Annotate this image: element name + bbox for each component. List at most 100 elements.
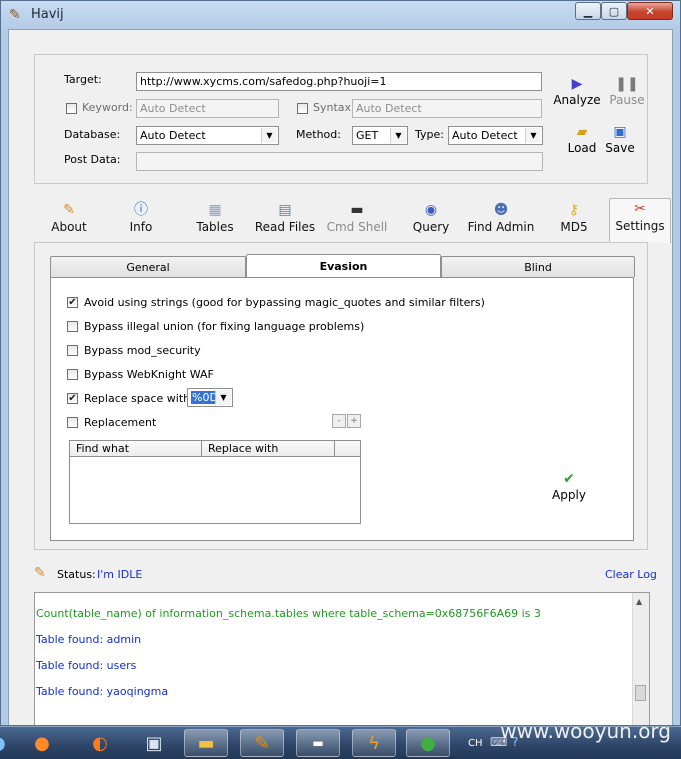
option-bypass-webknight[interactable]: Bypass WebKnight WAF (67, 368, 214, 381)
load-button[interactable]: ▰ Load (562, 123, 602, 155)
chevron-down-icon: ▼ (390, 128, 406, 143)
key-icon: ⚷ (568, 202, 580, 218)
syntax-checkbox[interactable] (297, 103, 308, 114)
tab-query-label: Query (412, 220, 450, 234)
tab-cmd-shell[interactable]: ▬ Cmd Shell (325, 200, 389, 242)
carrot-icon: ✎ (34, 565, 46, 581)
minus-icon: - (337, 416, 341, 426)
scroll-thumb[interactable] (635, 685, 646, 701)
add-row-button[interactable]: + (347, 414, 361, 428)
log-output[interactable]: Count(table_name) of information_schema.… (34, 592, 650, 725)
tab-read-files[interactable]: ▤ Read Files (253, 200, 317, 242)
taskbar-havij[interactable]: ✎ (240, 729, 284, 757)
subtab-evasion[interactable]: Evasion (246, 254, 441, 278)
scroll-up-icon[interactable]: ▲ (636, 597, 642, 606)
tab-cmd-shell-label: Cmd Shell (326, 220, 388, 234)
bypass-union-checkbox[interactable] (67, 321, 78, 332)
keyword-checkbox[interactable] (66, 103, 77, 114)
app-window: ✎ Havij ▁ ▢ ✕ Target: http://www.xycms.c… (0, 0, 681, 726)
log-scrollbar[interactable]: ▲ (632, 593, 649, 725)
firefox-icon: ● (34, 732, 50, 754)
tab-find-admin[interactable]: ☻ Find Admin (465, 200, 537, 242)
option-bypass-mod-security[interactable]: Bypass mod_security (67, 344, 201, 357)
post-data-input[interactable] (136, 152, 543, 171)
taskbar-green-app[interactable]: ● (406, 729, 450, 757)
log-line: Table found: yaoqingma (36, 685, 169, 698)
taskbar-explorer[interactable]: ▬ (184, 729, 228, 757)
option-label: Replace space with: (84, 392, 194, 405)
target-label: Target: (64, 73, 102, 86)
close-button[interactable]: ✕ (627, 2, 673, 20)
database-select[interactable]: Auto Detect ▼ (136, 126, 279, 145)
target-input[interactable]: http://www.xycms.com/safedog.php?huoji=1 (136, 72, 542, 91)
column-header-replace-with[interactable]: Replace with (202, 441, 335, 457)
minimize-button[interactable]: ▁ (575, 2, 601, 20)
taskbar-cmd[interactable]: ▬ (296, 729, 340, 757)
tab-find-admin-label: Find Admin (467, 220, 535, 234)
subtab-blind-label: Blind (524, 260, 552, 274)
replace-space-checkbox[interactable]: ✔ (67, 393, 78, 404)
subtab-general[interactable]: General (50, 256, 246, 277)
tab-query[interactable]: ◉ Query (406, 200, 456, 242)
evasion-page: ✔ Avoid using strings (good for bypassin… (50, 277, 634, 541)
replace-space-select[interactable]: %0D ▼ (187, 388, 233, 407)
users-icon: ☻ (493, 202, 509, 218)
load-label: Load (567, 141, 597, 155)
option-bypass-union[interactable]: Bypass illegal union (for fixing languag… (67, 320, 364, 333)
taskbar-firefox[interactable]: ● (20, 729, 64, 757)
type-label: Type: (415, 128, 444, 141)
language-indicator[interactable]: CH (468, 738, 483, 749)
save-button[interactable]: ▣ Save (601, 123, 639, 155)
play-icon: ▶ (571, 76, 583, 92)
chevron-down-icon: ▼ (215, 390, 231, 405)
option-label: Avoid using strings (good for bypassing … (84, 296, 485, 309)
keyword-input[interactable]: Auto Detect (136, 99, 279, 118)
option-replace-space[interactable]: ✔ Replace space with: (67, 392, 194, 405)
option-label: Bypass WebKnight WAF (84, 368, 214, 381)
option-replacement[interactable]: Replacement (67, 416, 156, 429)
pause-label: Pause (609, 93, 645, 107)
tab-md5[interactable]: ⚷ MD5 (549, 200, 599, 242)
tab-tables-label: Tables (196, 220, 234, 234)
subtab-general-label: General (126, 260, 170, 274)
bypass-mod-security-checkbox[interactable] (67, 345, 78, 356)
type-select[interactable]: Auto Detect ▼ (448, 126, 543, 145)
type-value: Auto Detect (452, 129, 518, 142)
apply-label: Apply (552, 488, 586, 502)
taskbar-app-window[interactable]: ▣ (132, 729, 176, 757)
tab-tables[interactable]: ▦ Tables (189, 200, 241, 242)
plus-icon: + (350, 416, 358, 426)
client-area: Target: http://www.xycms.com/safedog.php… (8, 29, 673, 725)
maximize-button[interactable]: ▢ (601, 2, 627, 20)
method-select[interactable]: GET ▼ (352, 126, 408, 145)
option-avoid-strings[interactable]: ✔ Avoid using strings (good for bypassin… (67, 296, 485, 309)
replacement-grid[interactable]: Find what Replace with (69, 440, 361, 524)
query-icon: ◉ (424, 202, 438, 218)
column-header-find-what[interactable]: Find what (70, 441, 202, 457)
taskbar-browser[interactable]: ◐ (78, 729, 122, 757)
tools-icon: ✂ (634, 201, 646, 217)
pause-button[interactable]: ❚❚ Pause (605, 75, 649, 107)
start-button[interactable]: ◗ (0, 729, 14, 757)
tab-info[interactable]: ⓘ Info (115, 200, 167, 242)
column-header-spacer (335, 441, 360, 457)
info-icon: ⓘ (134, 202, 148, 218)
clear-log-link[interactable]: Clear Log (605, 568, 657, 581)
syntax-input[interactable]: Auto Detect (352, 99, 542, 118)
taskbar-lightning[interactable]: ϟ (352, 729, 396, 757)
tab-settings[interactable]: ✂ Settings (609, 198, 671, 243)
terminal-icon: ▬ (350, 202, 364, 218)
avoid-strings-checkbox[interactable]: ✔ (67, 297, 78, 308)
subtab-blind[interactable]: Blind (441, 256, 635, 277)
green-app-icon: ● (420, 732, 436, 754)
tab-about[interactable]: ✎ About (43, 200, 95, 242)
title-bar[interactable]: ✎ Havij ▁ ▢ ✕ (1, 1, 680, 29)
replacement-checkbox[interactable] (67, 417, 78, 428)
window-icon: ▣ (145, 732, 163, 754)
analyze-button[interactable]: ▶ Analyze (552, 75, 602, 107)
bypass-webknight-checkbox[interactable] (67, 369, 78, 380)
log-line: Table found: users (36, 659, 137, 672)
apply-button[interactable]: ✔ Apply (544, 470, 594, 502)
watermark: www.wooyun.org (500, 719, 671, 743)
remove-row-button[interactable]: - (332, 414, 346, 428)
